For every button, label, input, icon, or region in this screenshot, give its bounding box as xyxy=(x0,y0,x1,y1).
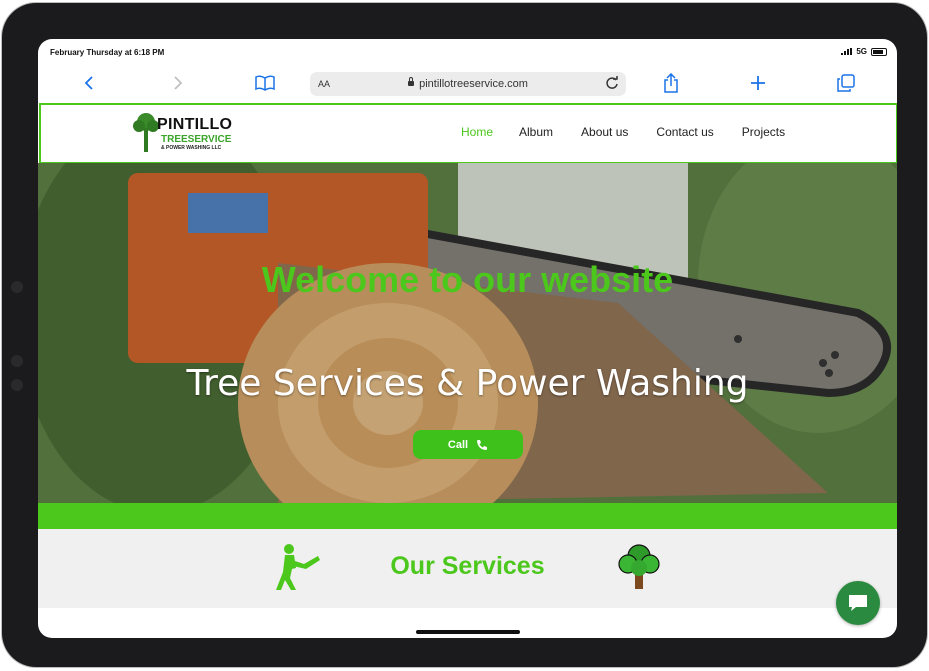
nav-album[interactable]: Album xyxy=(519,125,553,139)
logo-subtagline: & POWER WASHING LLC xyxy=(161,145,222,151)
browser-toolbar: AA pintillotreeservice.com xyxy=(38,69,897,99)
phone-icon xyxy=(477,439,488,450)
signal-icon xyxy=(841,48,853,55)
forward-icon[interactable] xyxy=(166,71,190,95)
reload-icon[interactable] xyxy=(604,75,620,91)
new-tab-icon[interactable] xyxy=(746,71,770,95)
nav-about-us[interactable]: About us xyxy=(581,125,628,139)
chat-button[interactable] xyxy=(836,581,880,625)
chat-bubble-icon xyxy=(849,595,867,611)
status-datetime: February Thursday at 6:18 PM xyxy=(50,48,165,57)
tree-icon xyxy=(618,544,660,589)
battery-icon xyxy=(871,47,887,56)
network-label: 5G xyxy=(856,47,867,56)
back-icon[interactable] xyxy=(78,71,102,95)
status-indicators: 5G xyxy=(841,47,887,56)
services-title: Our Services xyxy=(390,552,545,580)
bookmarks-icon[interactable] xyxy=(253,71,277,95)
side-sensor-3 xyxy=(11,379,23,391)
hero-heading: Welcome to our website xyxy=(261,259,674,300)
nav-contact-us[interactable]: Contact us xyxy=(656,125,713,139)
side-sensor-2 xyxy=(11,355,23,367)
green-divider-band xyxy=(38,503,897,529)
share-icon[interactable] xyxy=(659,71,683,95)
services-section: Our Services xyxy=(38,529,897,608)
status-bar: February Thursday at 6:18 PM 5G xyxy=(38,39,897,63)
hero-banner: Welcome to our website Tree Services & P… xyxy=(38,163,897,503)
home-indicator[interactable] xyxy=(416,630,520,634)
call-button[interactable]: Call xyxy=(413,430,523,459)
nav-home[interactable]: Home xyxy=(461,125,493,139)
url-text: pintillotreeservice.com xyxy=(419,78,528,90)
site-logo[interactable]: PINTILLO TREESERVICE & POWER WASHING LLC xyxy=(129,110,239,156)
screen: February Thursday at 6:18 PM 5G AA pinti… xyxy=(38,39,897,638)
tabs-icon[interactable] xyxy=(834,71,858,95)
logo-name: PINTILLO xyxy=(157,116,233,133)
hero-subheading: Tree Services & Power Washing xyxy=(186,363,749,404)
call-button-label: Call xyxy=(447,438,469,451)
site-header: PINTILLO TREESERVICE & POWER WASHING LLC… xyxy=(39,103,897,164)
tablet-frame: February Thursday at 6:18 PM 5G AA pinti… xyxy=(2,3,927,667)
main-nav: Home Album About us Contact us Projects xyxy=(461,125,785,139)
lock-icon xyxy=(408,76,415,86)
logo-tagline: TREESERVICE xyxy=(161,134,232,145)
address-bar[interactable]: AA pintillotreeservice.com xyxy=(310,72,626,96)
nav-projects[interactable]: Projects xyxy=(742,125,785,139)
url-display[interactable]: pintillotreeservice.com xyxy=(310,76,626,90)
side-sensor-1 xyxy=(11,281,23,293)
